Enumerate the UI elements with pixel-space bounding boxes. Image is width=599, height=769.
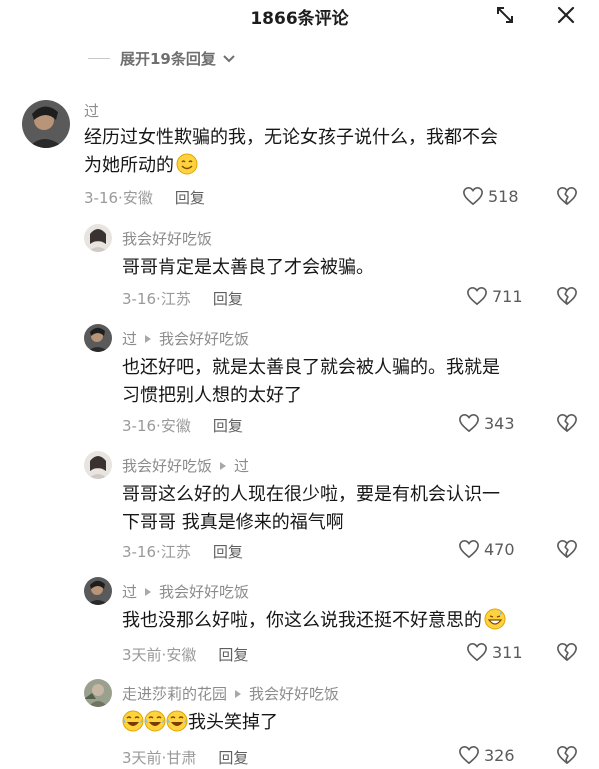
like-count: 311	[492, 642, 523, 662]
dislike-button[interactable]	[556, 413, 578, 437]
like-button[interactable]: 711	[466, 286, 523, 306]
reply-author[interactable]: 过	[122, 328, 137, 349]
close-button[interactable]	[553, 2, 579, 28]
reply-button[interactable]: 回复	[213, 415, 243, 436]
expand-replies-label: 展开19条回复	[120, 50, 216, 68]
comment-text: 经历过女性欺骗的我，无论女孩子说什么，我都不会 为她所动的	[84, 124, 584, 184]
avatar[interactable]	[84, 679, 112, 707]
reply-text: 也还好吧，就是太善良了就会被人骗的。我就是 习惯把别人想的太好了	[122, 357, 500, 406]
heart-icon	[467, 642, 487, 662]
dislike-button[interactable]	[556, 186, 578, 210]
comment-date: 3-16	[84, 188, 119, 207]
broken-heart-icon	[557, 187, 577, 205]
comment-date: 3天前	[122, 749, 162, 767]
dislike-button[interactable]	[556, 286, 578, 310]
heart-icon	[459, 413, 479, 433]
laugh-cry-emoji	[166, 710, 188, 741]
reply-button[interactable]: 回复	[218, 644, 248, 665]
comment-location: 安徽	[160, 417, 191, 435]
like-count: 711	[492, 286, 523, 306]
comment-location: 江苏	[160, 543, 191, 561]
comment-date: 3天前	[122, 646, 162, 664]
dislike-button[interactable]	[556, 539, 578, 563]
reply-button[interactable]: 回复	[218, 747, 248, 768]
broken-heart-icon	[557, 746, 577, 764]
reply-arrow-icon	[233, 689, 243, 699]
like-count: 470	[484, 539, 515, 559]
reply-button[interactable]: 回复	[175, 187, 205, 208]
like-button[interactable]: 343	[458, 413, 515, 433]
comment-date: 3-16	[122, 542, 157, 561]
expand-replies-button[interactable]: 展开19条回复	[88, 48, 236, 69]
like-button[interactable]: 470	[458, 539, 515, 559]
broken-heart-icon	[557, 540, 577, 558]
reply-author[interactable]: 我会好好吃饭	[122, 228, 212, 249]
dislike-button[interactable]	[556, 642, 578, 666]
avatar[interactable]	[22, 100, 70, 148]
reply-target[interactable]: 我会好好吃饭	[249, 683, 339, 704]
grin-sweat-emoji	[484, 608, 506, 639]
like-count: 326	[484, 745, 515, 765]
chevron-down-icon	[222, 52, 236, 66]
reply-text: 哥哥这么好的人现在很少啦，要是有机会认识一 下哥哥 我真是修来的福气啊	[122, 484, 500, 533]
reply-text: 我也没那么好啦，你这么说我还挺不好意思的	[122, 607, 592, 639]
reply-author[interactable]: 我会好好吃饭	[122, 455, 212, 476]
reply-arrow-icon	[143, 587, 153, 597]
avatar[interactable]	[84, 224, 112, 252]
like-count: 343	[484, 413, 515, 433]
smile-emoji	[176, 153, 198, 184]
broken-heart-icon	[557, 414, 577, 432]
broken-heart-icon	[557, 643, 577, 661]
reply-button[interactable]: 回复	[213, 288, 243, 309]
heart-icon	[467, 286, 487, 306]
comment-location: 江苏	[160, 290, 191, 308]
comments-header: 1866条评论	[0, 0, 599, 34]
reply-author[interactable]: 走进莎莉的花园	[122, 683, 227, 704]
like-count: 518	[488, 186, 519, 206]
dislike-button[interactable]	[556, 745, 578, 769]
reply-button[interactable]: 回复	[213, 541, 243, 562]
avatar[interactable]	[84, 577, 112, 605]
laugh-cry-emoji	[122, 710, 144, 741]
heart-icon	[459, 745, 479, 765]
laugh-cry-emoji	[144, 710, 166, 741]
comment-author[interactable]: 过	[84, 100, 99, 121]
reply-target[interactable]: 我会好好吃饭	[159, 328, 249, 349]
comment-date: 3-16	[122, 416, 157, 435]
like-button[interactable]: 311	[466, 642, 523, 662]
like-button[interactable]: 326	[458, 745, 515, 765]
divider-line	[88, 58, 110, 59]
comment-location: 甘肃	[166, 749, 197, 767]
reply-text: 哥哥肯定是太善良了才会被骗。	[122, 257, 374, 278]
broken-heart-icon	[557, 287, 577, 305]
reply-arrow-icon	[218, 461, 228, 471]
reply-text: 我头笑掉了	[122, 709, 582, 741]
heart-icon	[459, 539, 479, 559]
close-icon	[557, 6, 575, 24]
reply-target[interactable]: 过	[234, 455, 249, 476]
avatar[interactable]	[84, 324, 112, 352]
comment-date: 3-16	[122, 289, 157, 308]
reply-arrow-icon	[143, 334, 153, 344]
comment-location: 安徽	[122, 189, 153, 207]
reply-author[interactable]: 过	[122, 581, 137, 602]
comment-location: 安徽	[166, 646, 197, 664]
reply-target[interactable]: 我会好好吃饭	[159, 581, 249, 602]
heart-icon	[463, 186, 483, 206]
fullscreen-button[interactable]	[492, 2, 518, 28]
expand-icon	[497, 7, 513, 23]
avatar[interactable]	[84, 451, 112, 479]
like-button[interactable]: 518	[462, 186, 519, 206]
